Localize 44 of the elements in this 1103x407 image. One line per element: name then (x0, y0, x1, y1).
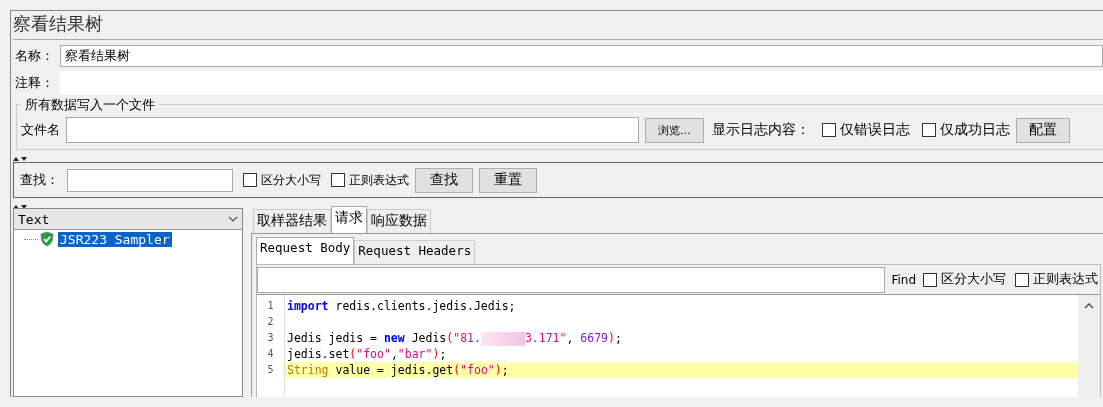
field-label: 注释： (14, 73, 55, 92)
button[interactable]: 重置 (479, 167, 537, 193)
field-label: 文件名 (21, 121, 60, 139)
chevron-up-icon[interactable] (1084, 303, 1094, 309)
checkbox[interactable]: 区分大小写 (243, 171, 321, 189)
button[interactable]: 查找 (415, 167, 473, 193)
code-line: import redis.clients.jedis.Jedis; (286, 298, 517, 314)
tab[interactable]: 请求 (331, 206, 367, 233)
splitter-arrows-icon[interactable] (13, 155, 27, 161)
splitter-arrows-icon[interactable] (13, 203, 27, 209)
line-number: 5 (266, 363, 275, 377)
tree-item[interactable]: JSR223 Sampler (58, 231, 172, 247)
checkbox[interactable]: 正则表达式 (331, 171, 409, 189)
renderer-dropdown[interactable]: Text (14, 209, 242, 230)
field-label: 显示日志内容： (711, 121, 810, 139)
checkbox[interactable]: 仅错误日志 (821, 121, 910, 139)
code-line: Jedis jedis = new Jedis("81. 3.171", 6679); (286, 330, 623, 346)
code-line: jedis.set("foo","bar"); (286, 346, 448, 362)
field-label: 查找： (19, 171, 60, 189)
line-number: 4 (266, 347, 275, 361)
line-number: 3 (266, 331, 275, 345)
group-title: 所有数据写入一个文件 (21, 96, 159, 114)
shield-check-icon (40, 231, 54, 247)
browse-button[interactable]: 浏览... (645, 117, 704, 143)
panel-title: 察看结果树 (13, 11, 1103, 40)
checkbox[interactable]: 仅成功日志 (921, 121, 1010, 139)
field-label: 名称： (14, 46, 55, 65)
config-button[interactable]: 配置 (1015, 117, 1070, 143)
tab[interactable]: 响应数据 (367, 209, 431, 233)
line-number: 1 (266, 299, 275, 313)
input-field[interactable] (66, 117, 639, 143)
scrollbar[interactable] (1078, 295, 1100, 397)
tab[interactable]: Request Headers (354, 240, 476, 264)
field-label: Find (891, 272, 916, 287)
line-number: 2 (266, 315, 275, 329)
code-editor[interactable]: 1 2 3 4 5 import redis.clients.jedis.Jedis; Jedis jedis = new Jedis("81. 3.171", 6679); jedis.set("foo","bar"); String value = jedis.get("foo"); (257, 295, 1100, 397)
tab[interactable]: Request Body (256, 237, 355, 264)
input-field[interactable]: 察看结果树 (60, 44, 1103, 67)
search-field[interactable] (257, 266, 886, 293)
checkbox[interactable]: 正则表达式 (1015, 271, 1098, 288)
checkbox[interactable]: 区分大小写 (923, 271, 1006, 288)
caret-icon (228, 216, 238, 222)
search-field[interactable] (67, 168, 233, 192)
tab[interactable]: 取样器结果 (253, 209, 331, 233)
